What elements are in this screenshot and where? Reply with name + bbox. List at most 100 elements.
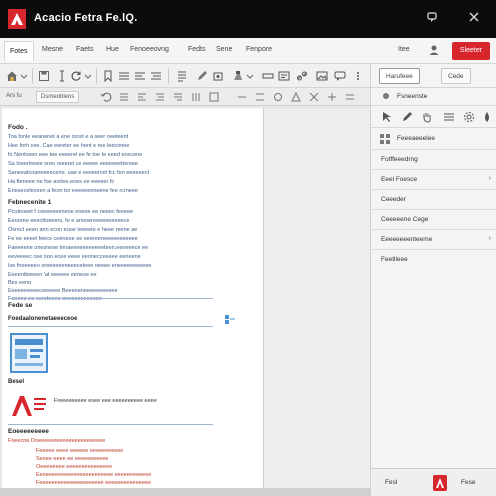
panel-icon-row [371, 106, 496, 128]
document-heading: Eoeeeeeeeee [8, 428, 49, 435]
panel-row-label: Feetlleee [381, 256, 408, 263]
pdf-icon[interactable] [433, 475, 447, 491]
format-icon[interactable] [308, 91, 320, 103]
toolbar-divider [96, 68, 97, 84]
hand-icon[interactable] [421, 111, 433, 123]
menu-item-7[interactable]: Sene [216, 46, 232, 53]
document-heading: Fodo . [8, 124, 28, 131]
format-icon[interactable] [236, 91, 248, 103]
panel-row[interactable]: Ceeeeene Cege [371, 210, 496, 230]
format-icon[interactable] [154, 91, 166, 103]
save-icon[interactable] [38, 70, 50, 82]
menu-item-2[interactable]: Mesne [42, 46, 63, 53]
panel-footer-button[interactable]: Fesl [377, 475, 405, 491]
tab-secondary[interactable]: Cede [441, 68, 471, 84]
document-subheading: Foedaalonenetaeeeceoe [8, 316, 78, 322]
panel-row[interactable]: Fotffeeedrng [371, 150, 496, 170]
format-icon[interactable] [344, 91, 356, 103]
toolbar-divider [168, 68, 169, 84]
highlighter-icon[interactable] [232, 70, 244, 82]
settings-icon[interactable] [463, 111, 475, 123]
format-icon[interactable] [208, 91, 220, 103]
document-text-line: fo Nenlosen eee tee eeeerel ee fe toe Ie… [8, 152, 143, 158]
document-text-line: Fe ee eeeel feece ceeneoe ee eeereeneeee… [8, 236, 138, 242]
red-list-item: Oeeeeeeee eeeeeeeeeeeeeee [36, 464, 113, 470]
stamp-icon[interactable] [212, 70, 224, 82]
home-icon[interactable] [6, 70, 18, 82]
secondary-toolbar: Ars fu Dsmeoblens [0, 88, 370, 106]
main-toolbar [0, 64, 370, 88]
document-text-line: Osrect eeen ann econ euoe teeeete e heee… [8, 227, 138, 233]
panel-footer-button[interactable]: Fese [453, 475, 483, 491]
red-list-item: Foeecne Doeeeeeeeeeeeeeeeeeeeeee [8, 438, 106, 444]
grid-icon [379, 133, 391, 145]
menu-item-8[interactable]: Fenpore [246, 46, 272, 53]
format-icon[interactable] [254, 91, 266, 103]
ruler-icon[interactable] [262, 70, 274, 82]
section-divider [8, 424, 213, 425]
anchor-marker-icon[interactable] [222, 313, 236, 325]
panel-row[interactable]: Eeeeeeeenteeme › [371, 230, 496, 250]
panel-row-label: Ceeeder [381, 196, 406, 203]
list-icon[interactable] [443, 111, 455, 123]
menu-right-label[interactable]: Itee [398, 46, 410, 53]
status-bar [0, 488, 370, 496]
menu-file[interactable]: Fotes [4, 41, 34, 61]
menu-item-3[interactable]: Faets [76, 46, 94, 53]
close-icon[interactable] [466, 11, 482, 27]
document-text-line: Eneseceleceen a feon tor eeeoeeoneene fe… [8, 188, 138, 194]
embedded-image-thumbnail[interactable] [10, 333, 48, 373]
list-icon[interactable] [150, 70, 162, 82]
dropdown-arrow-icon[interactable] [20, 70, 32, 82]
document-text-line: Ise fneeeeeo oreeeeeeneeeceteee oeeee en… [8, 263, 152, 269]
document-margin [264, 108, 370, 488]
text-box-icon[interactable] [278, 70, 290, 82]
align-icon[interactable] [176, 70, 188, 82]
dropdown-arrow-icon[interactable] [246, 70, 258, 82]
panel-header: Fsneenste [371, 88, 496, 106]
red-list-item: Feeeeeeeeeeeeeeeeeeeee eeeeeeeeeeeeeee [36, 480, 152, 486]
list-icon[interactable] [118, 70, 130, 82]
sign-in-button[interactable]: Sleeter [452, 42, 490, 60]
document-text-line: Saneeatcoaneeeeceno. uae e eeseercet fcc… [8, 170, 149, 176]
menu-item-5[interactable]: Fenoeeovng [130, 46, 169, 53]
panel-section-header[interactable]: Feeeaeeelee [371, 128, 496, 150]
panel-row[interactable]: Ceeeder [371, 190, 496, 210]
tab-primary[interactable]: Harufeee [379, 68, 420, 84]
bookmark-icon[interactable] [102, 70, 114, 83]
title-bar: Acacio Fetra Fe.lQ. [0, 0, 496, 38]
menu-item-6[interactable]: Fedts [188, 46, 206, 53]
comment-icon[interactable] [334, 70, 346, 82]
user-icon[interactable] [428, 44, 440, 58]
panel-row[interactable]: Eeel Foesce › [371, 170, 496, 190]
drop-icon[interactable] [481, 111, 493, 123]
pdf-file-icon[interactable] [10, 392, 48, 420]
pen-icon[interactable] [401, 111, 413, 123]
more-icon[interactable] [352, 70, 364, 82]
link-icon[interactable] [296, 70, 308, 82]
list-icon[interactable] [134, 70, 146, 82]
menu-bar: Fotes Mesne Faets Hue Fenoeeovng Fedts S… [0, 38, 496, 64]
format-icon[interactable] [118, 91, 130, 103]
view-label[interactable]: Ars fu [6, 93, 22, 99]
pen-icon[interactable] [196, 70, 208, 82]
pointer-icon[interactable] [381, 111, 393, 123]
right-panel: Harufeee Cede Fsneenste Feeeaeeelee Fotf… [370, 64, 496, 496]
chat-icon[interactable] [424, 11, 440, 27]
image-icon[interactable] [316, 70, 328, 82]
format-icon[interactable] [272, 91, 284, 103]
format-icon[interactable] [136, 91, 148, 103]
panel-title: Fsneenste [397, 93, 428, 100]
dropdown-arrow-icon[interactable] [84, 70, 96, 82]
format-icon[interactable] [290, 91, 302, 103]
undo-icon[interactable] [100, 91, 112, 103]
text-cursor-icon[interactable] [56, 70, 68, 82]
format-icon[interactable] [326, 91, 338, 103]
menu-item-4[interactable]: Hue [106, 46, 119, 53]
format-icon[interactable] [190, 91, 202, 103]
document-heading: Fede se [8, 302, 33, 309]
panel-row[interactable]: Feetlleee [371, 250, 496, 270]
document-name-field[interactable]: Dsmeoblens [36, 91, 80, 103]
refresh-icon[interactable] [70, 70, 82, 82]
format-icon[interactable] [172, 91, 184, 103]
